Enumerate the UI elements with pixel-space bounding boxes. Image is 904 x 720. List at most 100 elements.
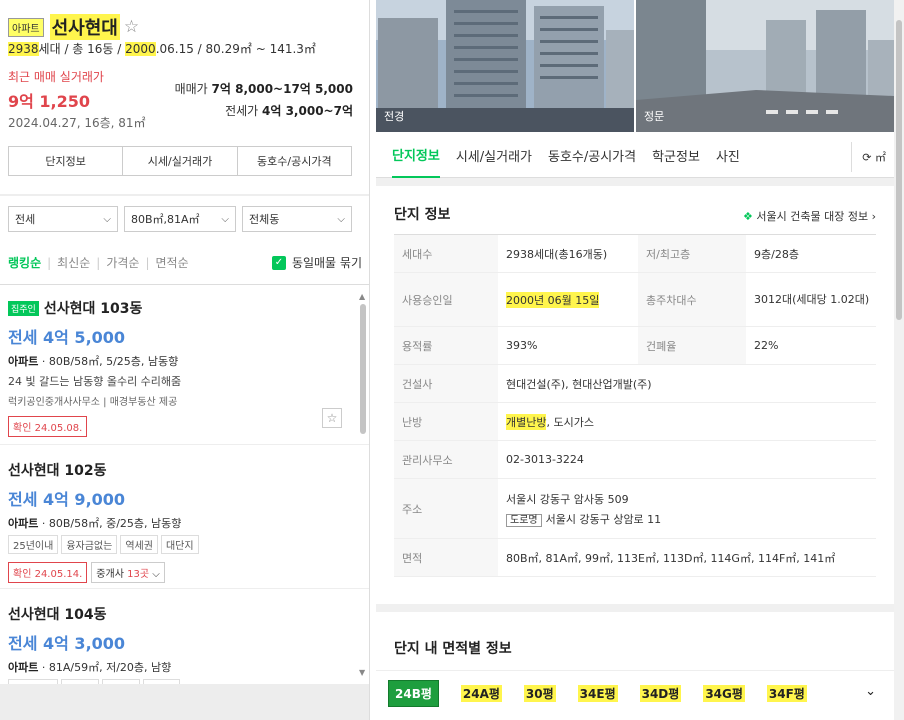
segment-market-price[interactable]: 시세/실거래가 [123,147,238,175]
area-divider [376,670,894,671]
listing-tags: 25년이내 융자금없는 역세권 대단지 [8,535,342,554]
tab-complex-info[interactable]: 단지정보 [392,134,440,178]
unit-toggle-button[interactable]: ⟳ ㎡ [851,142,886,172]
scroll-up-icon[interactable]: ▲ [359,292,365,301]
listing-price: 전세 4억 5,000 [8,328,126,347]
table-cell: 현대건설(주), 현대산업개발(주) [506,377,652,391]
right-panel: 전경 정문 단지정보 시세/실거래가 동호수/공시가격 학군정보 사진 ⟳ ㎡ [376,0,904,720]
area-select[interactable]: 80B㎡,81A㎡ ⌵ [124,206,236,232]
scrollbar-thumb[interactable] [360,304,366,434]
table-cell: 80B㎡, 81A㎡, 99㎡, 113E㎡, 113D㎡, 114G㎡, 11… [506,551,836,565]
table-cell: 서울시 강동구 암사동 509 도로명 서울시 강동구 상암로 11 [498,479,876,538]
area-tab-24b[interactable]: 24B평 [388,679,439,707]
broker-count-button[interactable]: 중개사 13곳 ⌵ [91,562,165,583]
unit-label: ㎡ [875,151,886,164]
jeonse-value: 4억 3,000~7억 [262,104,353,118]
table-header: 면적 [394,539,498,576]
table-row: 세대수 2938세대(총16개동) 저/최고층 9층/28층 [394,235,876,273]
complex-name: 선사현대 [49,14,120,40]
listing-type: 아파트 [8,355,39,368]
listing-tag: 25년이내 [8,535,59,554]
refresh-icon: ⟳ [862,150,872,164]
sort-latest[interactable]: 최신순 [57,254,90,271]
sort-area[interactable]: 면적순 [156,254,189,271]
table-header: 총주차대수 [638,273,746,326]
area-tab-34e[interactable]: 34E평 [577,684,618,702]
listing-agency: 럭키공인중개사사무소 | 매경부동산 제공 [8,397,178,408]
listing-title: 선사현대 104동 [8,607,107,623]
photo-gate[interactable]: 정문 [636,0,894,132]
segment-unit-price[interactable]: 동호수/공시가격 [238,147,351,175]
area-tab-34f[interactable]: 34F평 [766,684,807,702]
sort-bar: 랭킹순 | 최신순 | 가격순 | 면적순 ✓ 동일매물 묶기 [8,254,362,271]
exterior-photo-image [376,0,634,132]
favorite-star-icon[interactable]: ☆ [322,408,342,428]
table-header: 건설사 [394,365,498,402]
area-section-title: 단지 내 면적별 정보 [394,641,512,657]
tab-market-price[interactable]: 시세/실거래가 [456,134,532,178]
listing-spec-text: · 81A/59㎡, 저/20층, 남향 [38,661,172,674]
heating-fuel-value: , 도시가스 [546,415,594,429]
dong-select[interactable]: 전체동 ⌵ [242,206,352,232]
chevron-down-icon: ⌵ [152,569,160,580]
listing-item[interactable]: 선사현대 102동 전세 4억 9,000 아파트 · 80B/58㎡, 중/2… [8,460,342,583]
table-header: 사용승인일 [394,273,498,326]
jeonse-price-range: 전세가 4억 3,000~7억 [225,102,353,119]
confirm-badge: 확인 24.05.08. [8,416,88,437]
area-tab-34d[interactable]: 34D평 [639,684,682,702]
scrollbar-thumb[interactable] [896,20,902,320]
photo-caption: 전경 [384,110,405,123]
tab-school-info[interactable]: 학군정보 [652,134,700,178]
sort-ranking[interactable]: 랭킹순 [8,254,41,271]
tab-photos[interactable]: 사진 [716,134,740,178]
complex-segment-tabs: 단지정보 시세/실거래가 동호수/공시가격 [8,146,352,176]
listing-price: 전세 4억 3,000 [8,634,126,653]
chevron-right-icon: › [871,210,876,223]
chevron-down-icon[interactable]: ⌄ [865,684,876,699]
table-header: 용적률 [394,327,498,364]
table-cell: 3012대(세대당 1.02대) [754,292,870,306]
area-tab-30[interactable]: 30평 [523,684,556,702]
scroll-down-icon[interactable]: ▼ [359,668,365,677]
section-band [376,178,894,186]
broker-count: 13곳 [127,569,150,580]
complex-info-table: 세대수 2938세대(총16개동) 저/최고층 9층/28층 사용승인일 200… [394,234,876,577]
listing-title: 선사현대 103동 [43,301,143,317]
registry-link-text: 서울시 건축물 대장 정보 [756,210,869,223]
checkbox-checked-icon[interactable]: ✓ [271,255,286,270]
sale-price-range: 매매가 7억 8,000~17억 5,000 [175,80,353,97]
table-cell: 9층/28층 [754,247,799,261]
left-panel: 아파트 선사현대 ☆ 2938세대 / 총 16동 / 2000.06.15 /… [0,0,370,720]
broker-label: 중개사 [96,569,124,580]
sale-value: 7억 8,000~17억 5,000 [211,82,353,96]
photo-exterior[interactable]: 전경 [376,0,634,132]
segment-complex-info[interactable]: 단지정보 [9,147,124,175]
summary-mid: 세대 / 총 16동 / [38,42,126,56]
table-row: 난방 개별난방, 도시가스 [394,403,876,441]
tab-unit-price[interactable]: 동호수/공시가격 [548,134,636,178]
owner-tag: 집주인 [8,300,39,316]
listing-item[interactable]: 집주인 선사현대 103동 전세 4억 5,000 아파트 · 80B/58㎡, … [8,298,342,437]
area-tab-34g[interactable]: 34G평 [703,684,745,702]
table-cell: 22% [754,339,779,352]
building-registry-link[interactable]: ❖ 서울시 건축물 대장 정보 › [743,208,876,224]
section-divider [0,194,369,196]
table-row: 면적 80B㎡, 81A㎡, 99㎡, 113E㎡, 113D㎡, 114G㎡,… [394,539,876,577]
favorite-star-icon[interactable]: ☆ [124,17,139,37]
bottom-bar [0,684,369,720]
same-listing-toggle[interactable]: ✓ 동일매물 묶기 [271,254,362,271]
households-count: 2938 [8,42,39,56]
listing-spec: 아파트 · 80B/58㎡, 5/25층, 남동향 [8,353,342,369]
table-header: 난방 [394,403,498,440]
item-divider [0,444,369,445]
chevron-down-icon: ⌵ [103,213,111,225]
sort-price[interactable]: 가격순 [106,254,139,271]
area-tab-24a[interactable]: 24A평 [460,684,502,702]
table-cell: 393% [506,339,538,352]
page: 아파트 선사현대 ☆ 2938세대 / 총 16동 / 2000.06.15 /… [0,0,904,720]
address-jibun: 서울시 강동구 암사동 509 [506,492,629,506]
table-row: 관리사무소 02-3013-3224 [394,441,876,479]
deal-type-select[interactable]: 전세 ⌵ [8,206,118,232]
sale-label: 매매가 [174,82,208,96]
area-tabs: 24B평 24A평 30평 34E평 34D평 34G평 34F평 [388,679,884,707]
